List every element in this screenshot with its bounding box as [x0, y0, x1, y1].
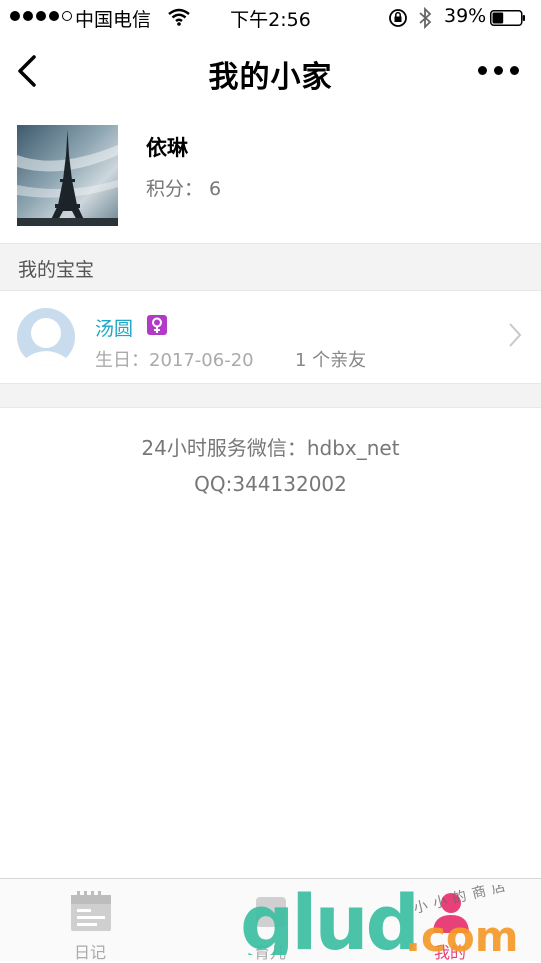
baby-name: 汤圆: [95, 318, 134, 340]
page-title: 我的小家: [208, 60, 333, 95]
user-points: 积分： 6: [146, 178, 222, 200]
watermark-suffix: .com: [405, 912, 518, 955]
female-gender-icon: [147, 315, 167, 335]
battery-icon: [490, 10, 525, 26]
bluetooth-icon: [419, 6, 432, 30]
service-qq: QQ:344132002: [194, 472, 347, 496]
battery-percentage: 39%: [444, 5, 487, 27]
tab-label: 日记: [73, 943, 106, 962]
default-avatar-icon: [17, 308, 75, 366]
divider: [0, 383, 541, 408]
service-wechat: 24小时服务微信：hdbx_net: [141, 436, 400, 460]
section-title: 我的宝宝: [18, 259, 95, 281]
section-header-my-baby: 我的宝宝: [0, 243, 541, 291]
glud-watermark-logo: glud .com 小小的商店: [240, 885, 518, 955]
navigation-bar: 我的小家: [0, 36, 541, 106]
tab-diary[interactable]: 日记: [40, 879, 140, 962]
more-options-icon[interactable]: [478, 66, 519, 75]
user-name: 依琳: [146, 136, 188, 160]
calendar-icon: [71, 891, 111, 931]
rotation-lock-icon: [389, 9, 407, 27]
profile-card[interactable]: 依琳 积分： 6: [0, 110, 541, 242]
profile-photo-eiffel-tower[interactable]: [17, 125, 118, 226]
watermark-brand: glud: [240, 885, 417, 955]
chevron-right-icon: [509, 323, 522, 347]
baby-list-item[interactable]: 汤圆 生日：2017-06-20 1 个亲友: [0, 291, 541, 383]
baby-birthday: 生日：2017-06-20: [95, 350, 254, 371]
status-bar: 中国电信 下午2:56 39%: [0, 0, 541, 36]
baby-friends-count: 1 个亲友: [295, 350, 367, 371]
